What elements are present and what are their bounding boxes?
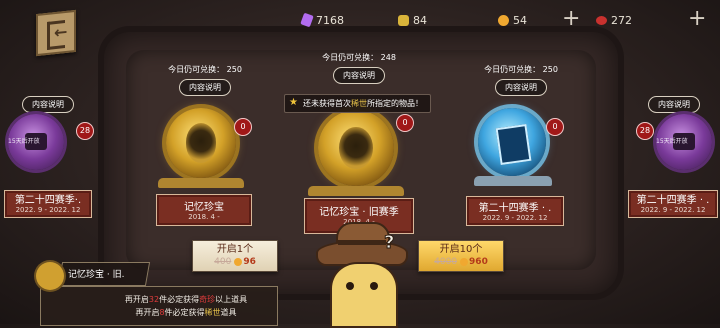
currency-purple-gem: 7168: [300, 10, 344, 30]
blue-medal[interactable]: [478, 108, 546, 176]
gold-coin-icon: [498, 14, 509, 26]
exchange-quota: 今日仍可兑换： 250: [484, 65, 558, 74]
tip-text: 还未获得首次: [303, 99, 351, 108]
text: 再开启: [135, 308, 160, 317]
mascot-eye: [346, 282, 354, 290]
medal-face: [495, 123, 532, 165]
medal-face: [185, 123, 217, 163]
add-coin-button[interactable]: +: [562, 8, 580, 30]
tip-highlight: 稀世: [351, 99, 367, 108]
info-button[interactable]: 内容说明: [495, 79, 547, 96]
text: 件必定获得: [164, 308, 205, 317]
count-badge: 28: [636, 122, 654, 140]
card-title: 记忆珍宝 · 旧赛季: [319, 207, 399, 218]
card-title-plate: 第二十四赛季·. 2022. 9 - 2022. 12: [4, 190, 92, 218]
guarantee-line-2: 再开启8件必定获得稀世道具: [95, 307, 277, 318]
coin-icon: [460, 257, 469, 266]
locked-medal[interactable]: 15天后开放: [8, 114, 64, 170]
exchange-quota: 今日仍可兑换： 248: [322, 53, 396, 62]
card-left-edge[interactable]: 内容说明: [20, 92, 76, 113]
purple-gem-icon: [300, 12, 314, 28]
card-center[interactable]: 今日仍可兑换： 248 内容说明: [302, 52, 416, 84]
exchange-quota: 今日仍可兑换： 250: [168, 65, 242, 74]
laurel-decoration: [308, 186, 404, 196]
card-date: 2022. 9 - 2022. 12: [640, 206, 706, 214]
count: 32: [148, 295, 160, 304]
button-label: 开启1个: [216, 244, 254, 255]
card-title-plate: 记忆珍宝 2018. 4 -: [156, 194, 252, 226]
price: 4000 960: [419, 257, 503, 268]
text: 道具: [220, 308, 237, 317]
card-right[interactable]: 今日仍可兑换： 250 内容说明: [466, 64, 576, 96]
gold-medal[interactable]: [318, 110, 394, 186]
exit-button[interactable]: ←: [36, 9, 76, 57]
back-arrow-icon: ←: [54, 21, 68, 43]
currency-red-gem: 272: [596, 10, 632, 30]
card-right-edge[interactable]: 内容说明: [646, 92, 702, 113]
count-badge: 0: [234, 118, 252, 136]
question-mark-icon: ?: [383, 232, 395, 254]
info-button[interactable]: 内容说明: [333, 67, 385, 84]
price: 400 96: [193, 257, 277, 268]
info-button[interactable]: 内容说明: [179, 79, 231, 96]
tip-text: 所指定的物品！: [367, 99, 423, 108]
gold-medal[interactable]: [166, 108, 236, 178]
card-date: 2018. 4 -: [188, 213, 220, 221]
laurel-decoration: [474, 176, 552, 186]
treasure-badge-icon: [36, 262, 64, 290]
count-badge: 0: [396, 114, 414, 132]
open-10-button[interactable]: 开启10个 4000 960: [418, 240, 504, 272]
add-red-gem-button[interactable]: +: [688, 8, 706, 30]
old-price: 400: [214, 257, 232, 267]
card-title: 第二十四赛季 · .: [478, 203, 552, 214]
card-left[interactable]: 今日仍可兑换： 250 内容说明: [150, 64, 260, 96]
button-label: 开启10个: [439, 244, 483, 255]
count-badge: 0: [546, 118, 564, 136]
text: 再开启: [124, 295, 149, 304]
unlock-countdown: 15天后开放: [656, 138, 688, 146]
coin-icon: [234, 257, 243, 266]
card-title: 记忆珍宝: [184, 202, 224, 213]
new-price: 96: [243, 257, 256, 267]
mascot-eye: [370, 282, 378, 290]
currency-coin: 54: [498, 10, 527, 30]
guarantee-line-1: 再开启32件必定获得奇珍以上道具: [95, 294, 277, 305]
detective-mascot[interactable]: [330, 262, 398, 328]
count-badge: 28: [76, 122, 94, 140]
card-date: 2022. 9 - 2022. 12: [15, 206, 81, 214]
tip-tooltip: ★ 还未获得首次稀世所指定的物品！: [284, 94, 431, 113]
card-title: 第二十四赛季·.: [14, 195, 82, 206]
open-1-button[interactable]: 开启1个 400 96: [192, 240, 278, 272]
new-price: 960: [469, 257, 488, 267]
medal-face: [339, 126, 373, 170]
rarity: 奇珍: [199, 295, 216, 304]
card-title-plate: 第二十四赛季 · . 2022. 9 - 2022. 12: [628, 190, 718, 218]
hat-band: [338, 240, 386, 245]
guarantee-panel: 再开启32件必定获得奇珍以上道具 再开启8件必定获得稀世道具: [40, 286, 278, 326]
card-title: 第二十四赛季 · .: [636, 195, 710, 206]
unlock-countdown: 15天后开放: [8, 138, 40, 146]
laurel-decoration: [158, 178, 244, 188]
info-button[interactable]: 内容说明: [648, 96, 700, 113]
card-date: 2022. 9 - 2022. 12: [482, 214, 548, 222]
card-title-plate: 第二十四赛季 · . 2022. 9 - 2022. 12: [466, 196, 564, 226]
star-icon: ★: [289, 97, 298, 108]
locked-medal[interactable]: 15天后开放: [656, 114, 712, 170]
text: 件必定获得: [159, 295, 200, 304]
currency-puzzle: 84: [398, 10, 427, 30]
selected-pool-label: 记忆珍宝 · 旧.: [68, 270, 125, 280]
old-price: 4000: [434, 257, 458, 267]
red-gem-icon: [596, 15, 607, 25]
text: 以上道具: [215, 295, 248, 304]
info-button[interactable]: 内容说明: [22, 96, 74, 113]
puzzle-piece-icon: [398, 14, 409, 26]
rarity: 稀世: [204, 308, 221, 317]
